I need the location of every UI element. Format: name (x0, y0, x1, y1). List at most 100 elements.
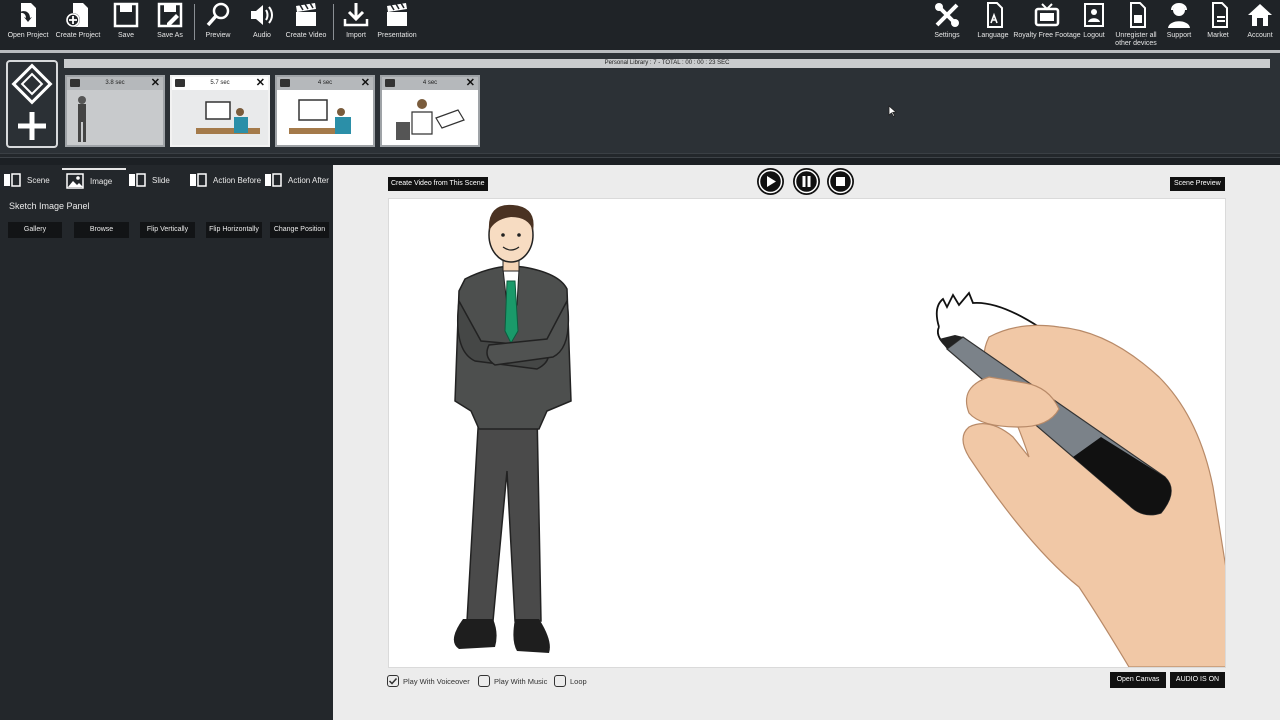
pause-button[interactable] (793, 168, 820, 195)
save-as-icon (157, 2, 183, 28)
play-with-music-checkbox[interactable]: Play With Music (478, 674, 547, 688)
close-icon[interactable]: ✕ (256, 78, 265, 89)
support-button[interactable]: Support (1162, 0, 1196, 48)
save-button[interactable]: Save (108, 0, 144, 48)
checkbox-label: Loop (570, 676, 587, 686)
import-icon (343, 3, 369, 27)
import-button[interactable]: Import (338, 0, 374, 48)
tab-action-before[interactable]: Action Before (189, 168, 261, 192)
royalty-free-footage-button[interactable]: Royalty Free Footage (1013, 0, 1081, 48)
toolbar-separator (194, 4, 195, 40)
preview-icon (206, 2, 230, 27)
main-toolbar: Open Project Create Project Save Save As… (0, 0, 1280, 50)
market-button[interactable]: Market (1202, 0, 1234, 48)
scene-tab-icon (4, 173, 21, 187)
tab-action-after[interactable]: Action After (264, 168, 329, 192)
settings-button[interactable]: Settings (928, 0, 966, 48)
browse-button[interactable]: Browse (74, 222, 129, 238)
create-video-button[interactable]: Create Video (284, 0, 328, 48)
slide-tab-icon (129, 173, 146, 187)
close-icon[interactable]: ✕ (466, 78, 475, 89)
flip-vertically-button[interactable]: Flip Vertically (140, 222, 195, 238)
properties-panel: Scene Image Slide Action Before Action A… (0, 165, 333, 720)
mouse-cursor-icon (888, 105, 897, 117)
account-icon (1248, 4, 1272, 26)
play-icon (758, 169, 783, 194)
audio-toggle-button[interactable]: AUDIO IS ON (1170, 672, 1225, 688)
scene-icon (70, 79, 80, 87)
canvas-area: Create Video from This Scene Scene Previ… (333, 165, 1280, 720)
play-button[interactable] (757, 168, 784, 195)
drawing-hand-illustration (935, 291, 1225, 667)
support-icon (1168, 3, 1190, 28)
unregister-icon (1130, 2, 1146, 28)
create-project-button[interactable]: Create Project (55, 0, 101, 48)
presentation-button[interactable]: Presentation (376, 0, 418, 48)
create-video-from-scene-button[interactable]: Create Video from This Scene (388, 177, 488, 191)
create-video-icon (296, 2, 316, 26)
businessman-illustration (453, 204, 572, 653)
add-scene-icon (11, 63, 53, 140)
scene-icon (280, 79, 290, 87)
footage-icon (1034, 3, 1060, 27)
scene-thumbnail-header: 4 sec ✕ (382, 77, 478, 90)
add-scene-button[interactable] (6, 60, 58, 148)
unregister-devices-button[interactable]: Unregister all other devices (1112, 0, 1160, 48)
scene-icon (175, 79, 185, 87)
stop-icon (828, 169, 853, 194)
open-project-icon (17, 3, 36, 27)
scene-preview-image (67, 90, 163, 145)
scene-thumbnail[interactable]: 4 sec ✕ (380, 75, 480, 147)
scene-icon (385, 79, 395, 87)
panel-title: Sketch Image Panel (9, 201, 90, 211)
checkbox-box[interactable] (478, 675, 490, 687)
audio-icon (251, 5, 273, 25)
scene-duration: 5.7 sec (210, 80, 230, 86)
close-icon[interactable]: ✕ (151, 78, 160, 89)
scene-thumbnail-header: 3.8 sec ✕ (67, 77, 163, 90)
action-after-tab-icon (265, 173, 282, 187)
open-canvas-button[interactable]: Open Canvas (1110, 672, 1166, 688)
scene-thumbnail-header: 5.7 sec ✕ (172, 77, 268, 90)
language-button[interactable]: Language (974, 0, 1012, 48)
flip-horizontally-button[interactable]: Flip Horizontally (206, 222, 262, 238)
audio-button[interactable]: Audio (244, 0, 280, 48)
checkbox-label: Play With Music (494, 676, 548, 686)
save-as-button[interactable]: Save As (152, 0, 188, 48)
play-with-voiceover-checkbox[interactable]: Play With Voiceover (387, 674, 470, 688)
scene-strip: Personal Library : 7 - TOTAL : 00 : 00 :… (0, 50, 1280, 154)
action-before-tab-icon (190, 173, 207, 187)
scene-thumbnail[interactable]: 4 sec ✕ (275, 75, 375, 147)
checkbox-box[interactable] (387, 675, 399, 687)
tab-slide[interactable]: Slide (128, 168, 170, 192)
presentation-icon (387, 2, 407, 26)
scene-preview-button[interactable]: Scene Preview (1170, 177, 1225, 191)
scene-preview-image (172, 90, 268, 145)
preview-button[interactable]: Preview (200, 0, 236, 48)
scene-duration: 4 sec (317, 80, 333, 86)
account-button[interactable]: Account (1242, 0, 1278, 48)
market-icon (1212, 2, 1228, 28)
open-project-button[interactable]: Open Project (6, 0, 50, 48)
scene-thumbnail[interactable]: 3.8 sec ✕ (65, 75, 165, 147)
close-icon[interactable]: ✕ (361, 78, 370, 89)
checkbox-label: Play With Voiceover (403, 676, 470, 686)
tab-scene[interactable]: Scene (3, 168, 50, 192)
stop-button[interactable] (827, 168, 854, 195)
loop-checkbox[interactable]: Loop (554, 674, 587, 688)
change-position-button[interactable]: Change Position (270, 222, 329, 238)
save-icon (113, 2, 139, 28)
logout-icon (1084, 3, 1104, 27)
create-project-icon (66, 3, 88, 27)
toolbar-separator (333, 4, 334, 40)
logout-button[interactable]: Logout (1078, 0, 1110, 48)
gallery-button[interactable]: Gallery (8, 222, 62, 238)
scene-preview-image (277, 90, 373, 145)
scene-thumbnail-active[interactable]: 5.7 sec ✕ (170, 75, 270, 147)
scene-canvas[interactable] (388, 198, 1226, 668)
scene-thumbnail-header: 4 sec ✕ (277, 77, 373, 90)
tab-image[interactable]: Image (62, 168, 126, 192)
scene-preview-image (382, 90, 478, 145)
pause-icon (794, 169, 819, 194)
checkbox-box[interactable] (554, 675, 566, 687)
